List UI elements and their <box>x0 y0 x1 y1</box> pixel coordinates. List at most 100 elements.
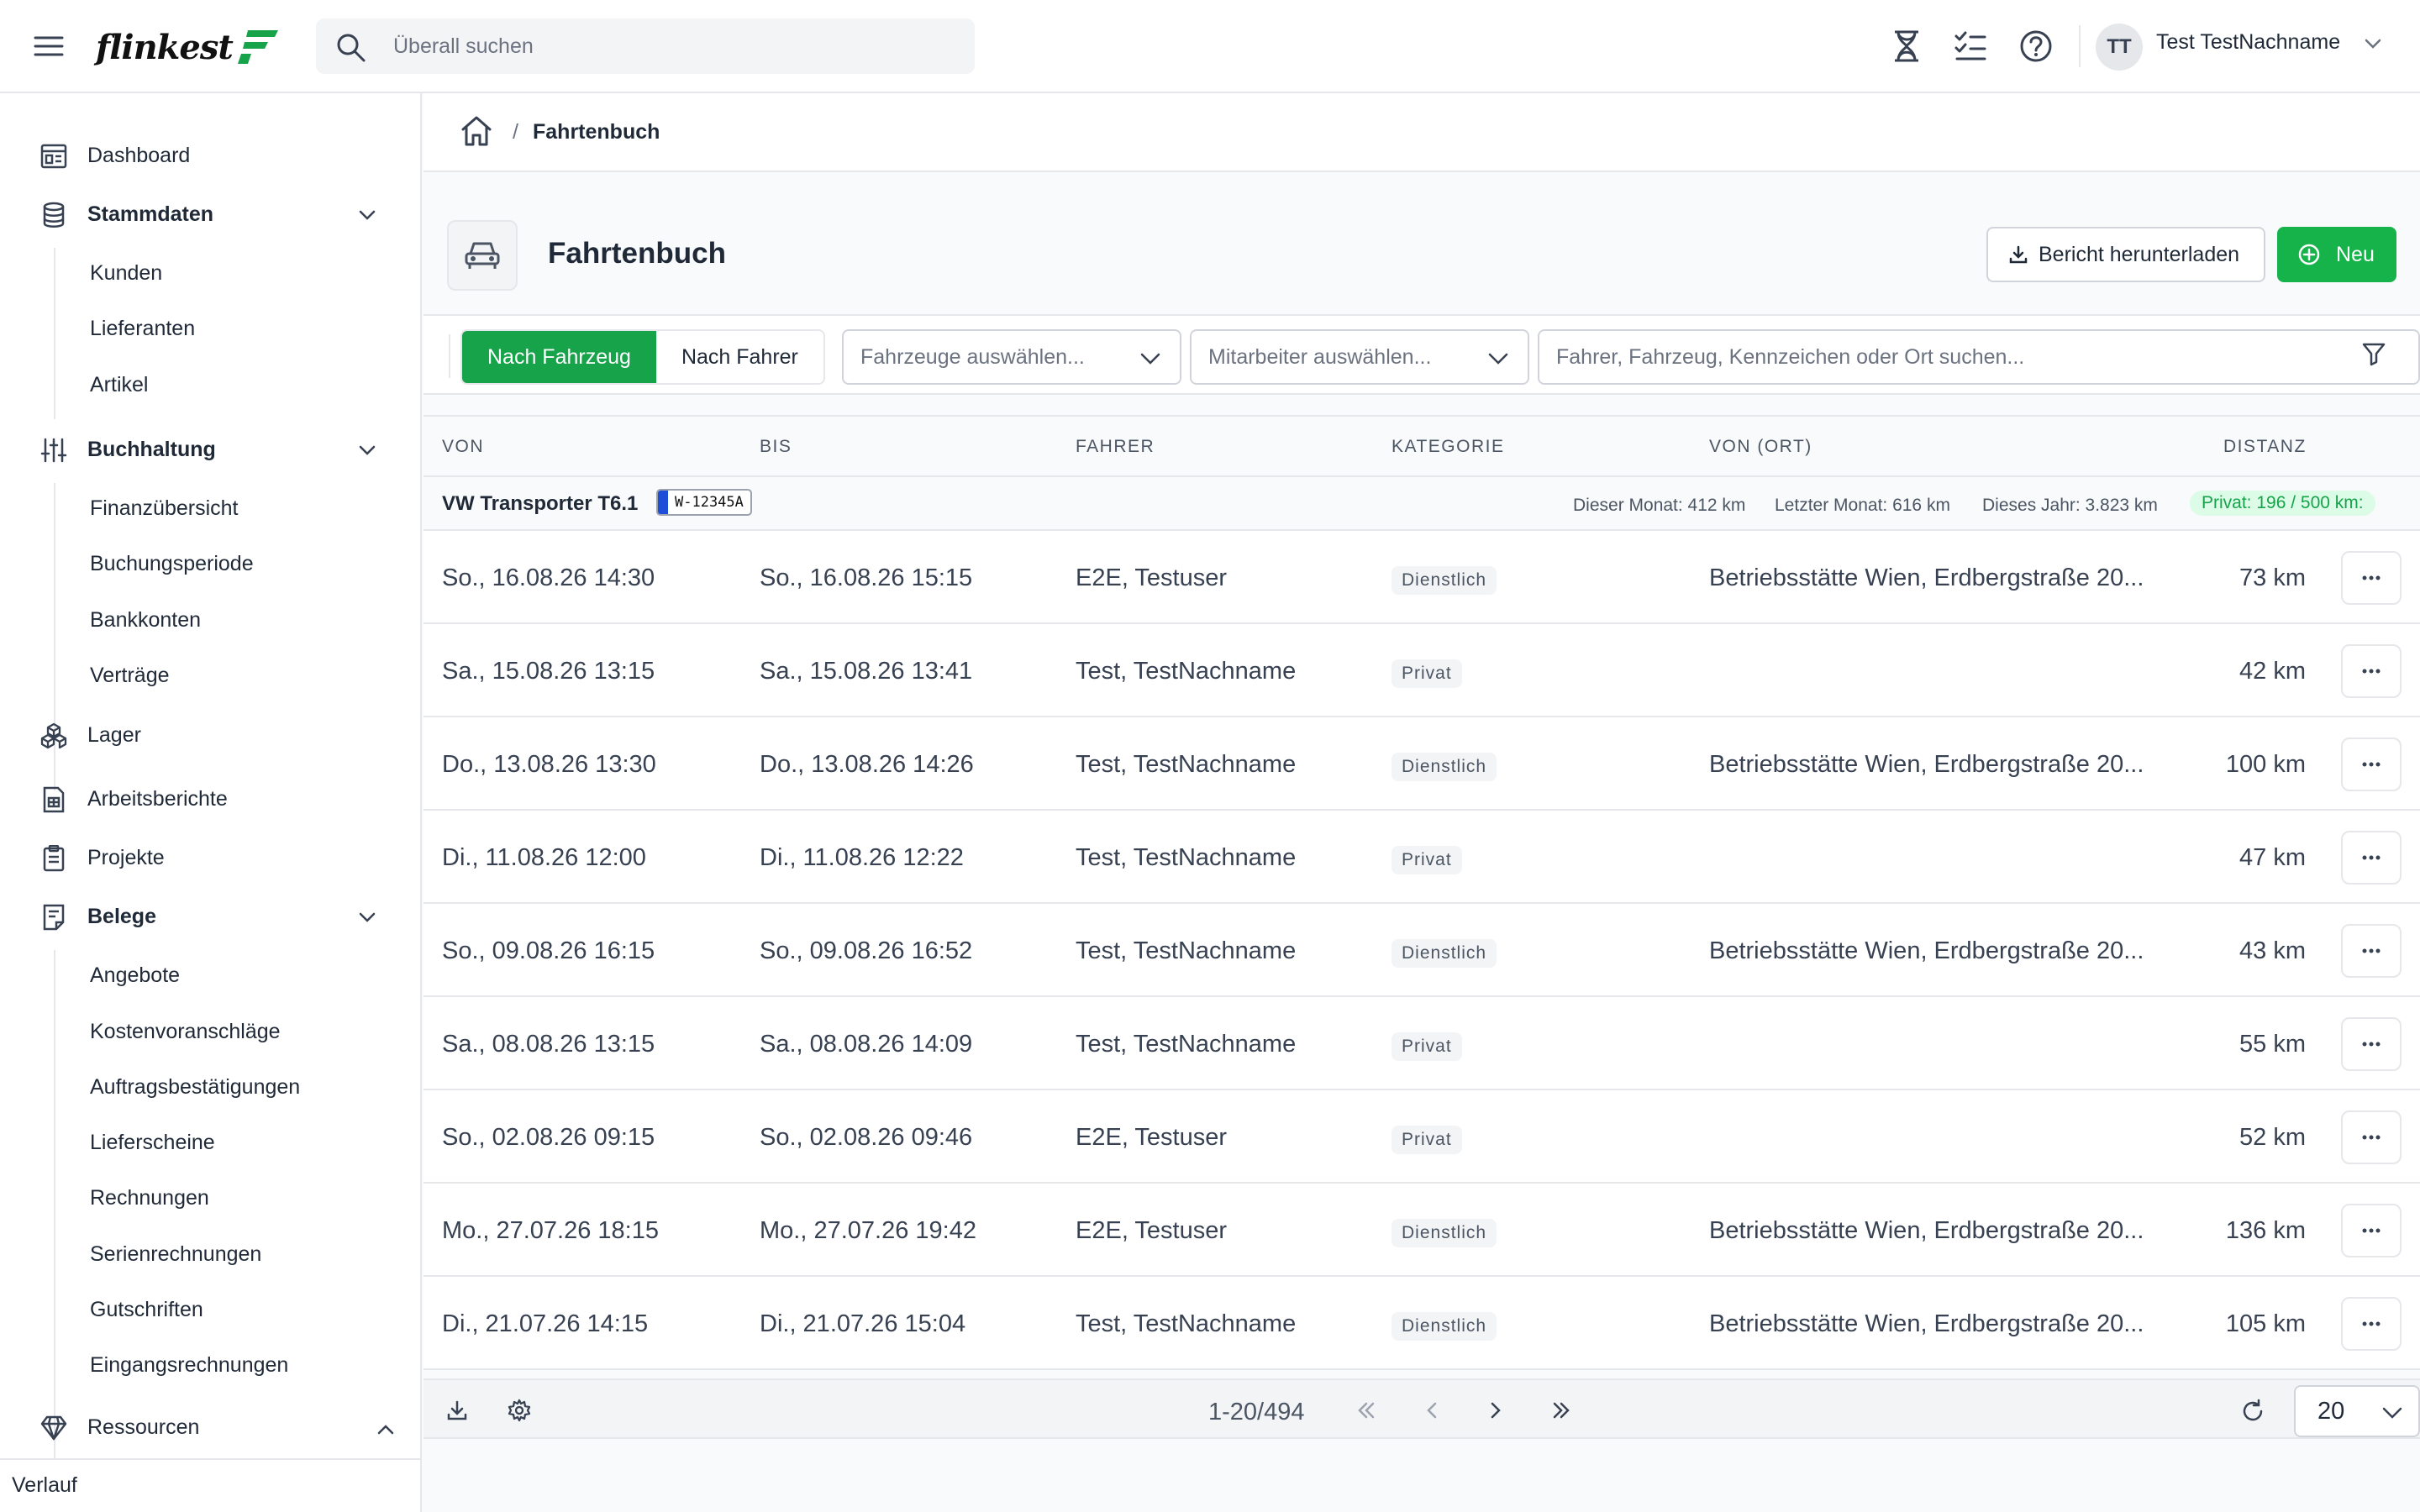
next-page-icon[interactable] <box>1484 1399 1507 1422</box>
tab-by-vehicle[interactable]: Nach Fahrzeug <box>462 331 656 383</box>
sidebar-item-kostenvoranschlaege[interactable]: Kostenvoranschläge <box>90 1015 281 1048</box>
divider <box>449 334 450 378</box>
first-page-icon[interactable] <box>1355 1399 1378 1422</box>
cell-von: Mo., 27.07.26 18:15 <box>442 1217 659 1244</box>
row-actions-button[interactable] <box>2341 1297 2402 1351</box>
cell-von: Do., 13.08.26 13:30 <box>442 751 656 778</box>
sidebar-item-finanzuebersicht[interactable]: Finanzübersicht <box>90 491 238 525</box>
chevron-down-icon[interactable] <box>356 906 378 928</box>
page-size-select[interactable]: 20 <box>2294 1385 2420 1437</box>
chevron-down-icon[interactable] <box>356 439 378 461</box>
new-button[interactable]: Neu <box>2277 227 2396 282</box>
stat-this-month: Dieser Monat: 412 km <box>1573 496 1746 515</box>
sidebar-item-vertraege[interactable]: Verträge <box>90 659 170 692</box>
column-von[interactable]: VON <box>442 437 484 457</box>
sidebar-item-auftragsbestaetigungen[interactable]: Auftragsbestätigungen <box>90 1070 300 1104</box>
column-bis[interactable]: BIS <box>760 437 792 457</box>
cell-bis: Do., 13.08.26 14:26 <box>760 751 974 778</box>
row-actions-button[interactable] <box>2341 924 2402 978</box>
more-icon <box>2362 1228 2381 1233</box>
cell-distanz: 52 km <box>2239 1124 2306 1151</box>
more-icon <box>2362 1135 2381 1140</box>
user-name[interactable]: Test TestNachname <box>2156 30 2340 55</box>
export-icon[interactable] <box>445 1399 469 1422</box>
global-search[interactable] <box>316 18 975 74</box>
table-row[interactable]: Di., 11.08.26 12:00 Di., 11.08.26 12:22 … <box>424 811 2420 904</box>
avatar[interactable]: TT <box>2096 24 2143 71</box>
row-actions-button[interactable] <box>2341 1204 2402 1257</box>
table-row[interactable]: Sa., 15.08.26 13:15 Sa., 15.08.26 13:41 … <box>424 624 2420 717</box>
sidebar-item-projekte[interactable]: Projekte <box>0 832 420 883</box>
vehicle-name: VW Transporter T6.1 <box>442 492 639 515</box>
cell-fahrer: E2E, Testuser <box>1076 1124 1228 1151</box>
column-kategorie[interactable]: KATEGORIE <box>1392 437 1504 457</box>
last-page-icon[interactable] <box>1549 1399 1573 1422</box>
chevron-down-icon[interactable] <box>2363 34 2383 54</box>
chevron-down-icon[interactable] <box>356 204 378 226</box>
sidebar-item-arbeitsberichte[interactable]: Arbeitsberichte <box>0 774 420 824</box>
plus-circle-icon <box>2297 243 2321 266</box>
hourglass-icon[interactable] <box>1887 27 1926 66</box>
sidebar-item-artikel[interactable]: Artikel <box>90 368 148 402</box>
logo[interactable]: flinkest <box>96 24 280 71</box>
column-fahrer[interactable]: FAHRER <box>1076 437 1155 457</box>
cell-von: So., 16.08.26 14:30 <box>442 564 655 591</box>
menu-icon[interactable] <box>32 29 66 63</box>
table-row[interactable]: Di., 21.07.26 14:15 Di., 21.07.26 15:04 … <box>424 1277 2420 1370</box>
tab-by-driver[interactable]: Nach Fahrer <box>655 331 823 383</box>
more-icon <box>2362 1042 2381 1047</box>
sidebar-item-kunden[interactable]: Kunden <box>90 256 162 290</box>
sidebar-item-serienrechnungen[interactable]: Serienrechnungen <box>90 1237 261 1271</box>
row-actions-button[interactable] <box>2341 1110 2402 1164</box>
row-actions-button[interactable] <box>2341 551 2402 605</box>
sidebar-item-buchhaltung[interactable]: Buchhaltung <box>0 424 420 475</box>
sidebar-item-stammdaten[interactable]: Stammdaten <box>0 189 420 239</box>
search-input[interactable] <box>393 18 948 74</box>
row-actions-button[interactable] <box>2341 831 2402 885</box>
cell-bis: Di., 21.07.26 15:04 <box>760 1310 966 1337</box>
table-row[interactable]: So., 16.08.26 14:30 So., 16.08.26 15:15 … <box>424 531 2420 624</box>
sidebar-item-bankkonten[interactable]: Bankkonten <box>90 603 201 637</box>
category-badge: Privat <box>1392 846 1462 874</box>
sidebar-item-lager[interactable]: Lager <box>0 710 420 760</box>
row-actions-button[interactable] <box>2341 738 2402 791</box>
employee-select[interactable]: Mitarbeiter auswählen... <box>1190 329 1529 385</box>
sidebar-item-eingangsrechnungen[interactable]: Eingangsrechnungen <box>90 1348 288 1382</box>
row-actions-button[interactable] <box>2341 1017 2402 1071</box>
more-icon <box>2362 948 2381 953</box>
sidebar-item-belege[interactable]: Belege <box>0 891 420 942</box>
trip-search[interactable] <box>1538 329 2420 385</box>
table-row[interactable]: So., 09.08.26 16:15 So., 09.08.26 16:52 … <box>424 904 2420 997</box>
row-actions-button[interactable] <box>2341 644 2402 698</box>
settings-icon[interactable] <box>508 1399 531 1422</box>
sidebar-item-label: Projekte <box>87 845 165 869</box>
vehicle-select[interactable]: Fahrzeuge auswählen... <box>842 329 1181 385</box>
refresh-icon[interactable] <box>2240 1399 2265 1424</box>
help-icon[interactable] <box>2017 27 2055 66</box>
sidebar-item-angebote[interactable]: Angebote <box>90 958 180 992</box>
download-report-button[interactable]: Bericht herunterladen <box>1986 227 2265 282</box>
sidebar-item-ressourcen[interactable]: Ressourcen <box>0 1402 420 1452</box>
table-row[interactable]: Sa., 08.08.26 13:15 Sa., 08.08.26 14:09 … <box>424 997 2420 1090</box>
task-list-icon[interactable] <box>1951 27 1990 66</box>
chevron-up-icon[interactable] <box>375 1419 397 1441</box>
home-icon[interactable] <box>459 113 494 149</box>
cell-bis: So., 09.08.26 16:52 <box>760 937 973 964</box>
filter-icon[interactable] <box>2361 341 2386 366</box>
sidebar-item-gutschriften[interactable]: Gutschriften <box>90 1293 203 1326</box>
table-row[interactable]: So., 02.08.26 09:15 So., 02.08.26 09:46 … <box>424 1090 2420 1184</box>
sidebar-item-rechnungen[interactable]: Rechnungen <box>90 1181 209 1215</box>
history-bar[interactable]: Verlauf <box>0 1458 420 1512</box>
table-row[interactable]: Do., 13.08.26 13:30 Do., 13.08.26 14:26 … <box>424 717 2420 811</box>
table-row[interactable]: Mo., 27.07.26 18:15 Mo., 27.07.26 19:42 … <box>424 1184 2420 1277</box>
sidebar-item-lieferscheine[interactable]: Lieferscheine <box>90 1126 215 1159</box>
sidebar-item-dashboard[interactable]: Dashboard <box>0 130 420 181</box>
trip-search-input[interactable] <box>1539 331 2418 383</box>
sidebar-item-buchungsperiode[interactable]: Buchungsperiode <box>90 547 254 580</box>
license-plate: W-12345A <box>656 489 752 516</box>
column-distanz[interactable]: DISTANZ <box>2223 437 2307 457</box>
column-von-ort[interactable]: VON (ORT) <box>1709 437 1812 457</box>
cell-bis: So., 16.08.26 15:15 <box>760 564 973 591</box>
previous-page-icon[interactable] <box>1420 1399 1444 1422</box>
sidebar-item-lieferanten[interactable]: Lieferanten <box>90 312 195 345</box>
